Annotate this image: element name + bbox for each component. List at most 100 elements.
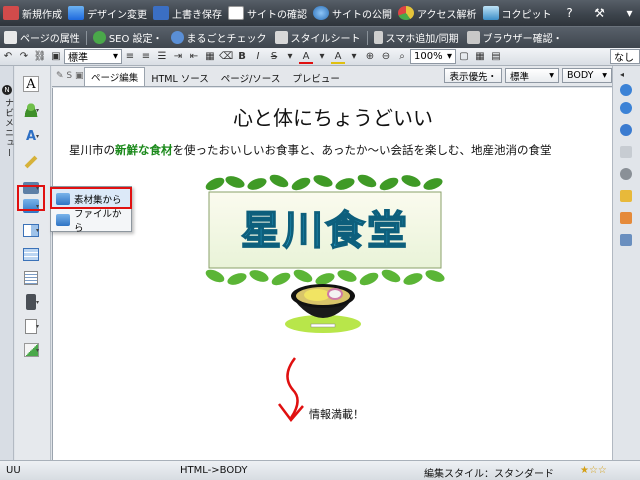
tools-icon[interactable]: ⚒: [591, 4, 609, 22]
edit-icon[interactable]: [620, 212, 632, 224]
web-icon[interactable]: [620, 124, 632, 136]
table-insert-button[interactable]: [21, 244, 41, 264]
tab-preview[interactable]: プレビュー: [286, 69, 346, 86]
chevron-down-icon[interactable]: ▾: [315, 50, 329, 64]
chevron-down-icon[interactable]: ▾: [283, 50, 297, 64]
paragraph-style-select[interactable]: 標準 ▾: [64, 49, 122, 64]
analytics-button[interactable]: アクセス解析: [395, 2, 480, 24]
page-attr-button[interactable]: ページの属性: [0, 30, 84, 45]
fit-icon[interactable]: ▢: [457, 50, 471, 64]
italic-icon[interactable]: I: [251, 50, 265, 64]
check-all-button[interactable]: まるごとチェック: [167, 30, 271, 45]
zoom-out-icon[interactable]: ⊖: [379, 50, 393, 64]
new-file-button[interactable]: 新規作成: [0, 2, 65, 24]
pen-tool-button[interactable]: [21, 152, 41, 172]
cockpit-button[interactable]: コクピット: [480, 2, 555, 24]
tag-value: BODY: [567, 70, 594, 81]
tab-html-source[interactable]: HTML ソース: [145, 69, 214, 86]
smartphone-button[interactable]: スマホ追加/同期: [370, 30, 463, 45]
save-icon: [153, 6, 169, 20]
zoom-select[interactable]: 100% ▾: [410, 49, 456, 64]
stylesheet-button[interactable]: スタイルシート: [271, 30, 365, 45]
link-icon[interactable]: ⛓: [33, 50, 47, 64]
chevron-down-icon: ▾: [549, 70, 554, 81]
intro-paragraph[interactable]: 星川市の新鮮な食材を使ったおいしいお食事と、あったか〜い会話を楽しむ、地産池消の…: [69, 142, 609, 158]
chevron-down-icon: ▾: [35, 106, 39, 114]
noodle-bowl-image[interactable]: [281, 274, 365, 344]
chevron-down-icon[interactable]: ▾: [347, 50, 361, 64]
grid-icon[interactable]: ▦: [473, 50, 487, 64]
table-insert-icon: [23, 247, 39, 261]
display-priority-select[interactable]: 表示優先・: [444, 68, 502, 83]
text-insert-button[interactable]: A: [21, 74, 41, 94]
clear-icon[interactable]: ⌫: [219, 50, 233, 64]
font-select[interactable]: なし: [610, 49, 640, 64]
undo-icon[interactable]: ↶: [1, 50, 15, 64]
layout-insert-button[interactable]: ▾: [21, 220, 41, 240]
site-check-label: サイトの確認: [247, 9, 307, 21]
rating-stars-icon[interactable]: ★☆☆: [580, 465, 607, 476]
image-icon[interactable]: ▣: [49, 50, 63, 64]
arrow-curve: [286, 357, 299, 419]
restaurant-banner-image[interactable]: 星川食堂: [201, 172, 449, 288]
font-style-icon: A: [25, 128, 37, 144]
standard-select[interactable]: 標準 ▾: [505, 68, 559, 83]
folder-icon[interactable]: [620, 190, 632, 202]
search-icon[interactable]: ⌕: [395, 50, 409, 64]
settings-icon[interactable]: [620, 168, 632, 180]
font-value: なし: [614, 53, 634, 64]
panel-toggle-icon[interactable]: ◂: [620, 70, 632, 82]
check-all-label: まるごとチェック: [186, 34, 267, 45]
ruler-icon[interactable]: ▤: [489, 50, 503, 64]
format-toolbar: ↶ ↷ ⛓ ▣ 標準 ▾ ≡ ≡ ☰ ⇥ ⇤ ▦ ⌫ B I S ▾ A ▾ A…: [0, 48, 640, 66]
menu-item-from-file-label: ファイルから: [74, 209, 122, 234]
help-icon[interactable]: [620, 84, 632, 96]
tab-page-edit[interactable]: ページ編集: [84, 67, 146, 86]
highlight-icon[interactable]: A: [331, 50, 345, 64]
indent-icon[interactable]: ⇥: [171, 50, 185, 64]
page-editor[interactable]: 心と体にちょうどいい 星川市の新鮮な食材を使ったおいしいお食事と、あったか〜い会…: [52, 88, 612, 460]
copy-icon[interactable]: [620, 146, 632, 158]
strike-icon[interactable]: S: [267, 50, 281, 64]
site-check-button[interactable]: サイトの確認: [225, 2, 310, 24]
plugin-insert-button[interactable]: ▾: [21, 340, 41, 360]
list-insert-button[interactable]: [21, 268, 41, 288]
browser-check-label: ブラウザー確認・: [482, 34, 563, 45]
save-button[interactable]: 上書き保存: [150, 2, 225, 24]
table-icon[interactable]: ▦: [203, 50, 217, 64]
info-icon[interactable]: [620, 102, 632, 114]
cockpit-icon: [482, 6, 499, 20]
bold-icon[interactable]: B: [235, 50, 249, 64]
mobile-insert-button[interactable]: ▾: [21, 292, 41, 312]
menu-item-from-file[interactable]: ファイルから: [52, 209, 130, 234]
tab-page-source[interactable]: ページ/ソース: [215, 69, 287, 86]
publish-icon: [313, 6, 329, 20]
help-icon[interactable]: ?: [561, 4, 579, 22]
font-style-button[interactable]: A ▾: [21, 126, 41, 146]
save-label: 上書き保存: [172, 9, 222, 21]
design-change-label: デザイン変更: [87, 9, 147, 21]
seo-button[interactable]: SEO 設定・: [89, 30, 167, 45]
expand-icon[interactable]: ▾: [621, 4, 639, 22]
publish-button[interactable]: サイトの公開: [310, 2, 395, 24]
page-heading[interactable]: 心と体にちょうどいい: [53, 102, 612, 131]
list-icon[interactable]: ☰: [155, 50, 169, 64]
chevron-down-icon: ▾: [35, 346, 39, 354]
outdent-icon[interactable]: ⇤: [187, 50, 201, 64]
tab-page-source-label: ページ/ソース: [220, 73, 281, 85]
design-change-button[interactable]: デザイン変更: [65, 2, 150, 24]
person-insert-button[interactable]: ▾: [21, 100, 41, 120]
align-center-icon[interactable]: ≡: [139, 50, 153, 64]
browser-check-button[interactable]: ブラウザー確認・: [463, 30, 567, 45]
code-icon[interactable]: [620, 234, 632, 246]
nav-badge-icon: N: [2, 85, 12, 95]
font-color-icon[interactable]: A: [299, 50, 313, 64]
zoom-in-icon[interactable]: ⊕: [363, 50, 377, 64]
redo-icon[interactable]: ↷: [17, 50, 31, 64]
status-bar: UU HTML->BODY 編集スタイル：スタンダード ★☆☆: [0, 460, 640, 480]
align-icon[interactable]: ≡: [123, 50, 137, 64]
nav-menu-strip[interactable]: N ナビメニュー: [0, 66, 14, 460]
info-caption[interactable]: 情報満載！: [309, 406, 364, 422]
tag-select[interactable]: BODY ▾: [562, 68, 612, 83]
document-insert-button[interactable]: ▾: [21, 316, 41, 336]
